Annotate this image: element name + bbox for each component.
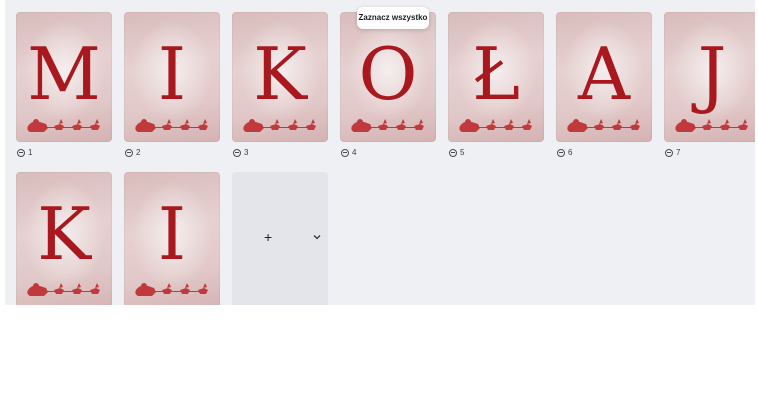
sleigh-reindeer-icon	[27, 119, 100, 132]
sleigh-reindeer-icon	[27, 283, 100, 296]
select-all-tooltip: Zaznacz wszystko	[357, 7, 429, 29]
page-status-icon	[233, 149, 241, 157]
page-status-icon	[17, 149, 25, 157]
page-thumbnail-1[interactable]: M	[16, 12, 112, 142]
page-thumbnail-4[interactable]: O	[340, 12, 436, 142]
pages-grid: M I K O Ł A J 1 2 3 4 5 6 7 K I +	[5, 0, 755, 305]
sleigh-reindeer-icon	[243, 119, 316, 132]
page-letter: M	[27, 32, 101, 116]
page-thumbnail-9[interactable]: I	[124, 172, 220, 305]
page-letter: K	[253, 32, 307, 116]
sleigh-reindeer-icon	[567, 119, 640, 132]
page-letter: Ł	[471, 32, 521, 116]
sleigh-reindeer-icon	[351, 119, 424, 132]
sleigh-reindeer-icon	[459, 119, 532, 132]
sleigh-reindeer-icon	[135, 119, 208, 132]
page-number-7: 7	[665, 148, 680, 158]
page-number-5: 5	[449, 148, 464, 158]
add-page-button[interactable]: +	[232, 172, 328, 305]
page-thumbnail-6[interactable]: A	[556, 12, 652, 142]
page-letter: I	[157, 192, 187, 276]
page-thumbnail-5[interactable]: Ł	[448, 12, 544, 142]
chevron-down-icon[interactable]	[312, 232, 322, 242]
page-number-1: 1	[17, 148, 32, 158]
page-thumbnail-2[interactable]: I	[124, 12, 220, 142]
page-letter: A	[578, 32, 630, 116]
page-status-icon	[125, 149, 133, 157]
page-status-icon	[557, 149, 565, 157]
page-number-3: 3	[233, 148, 248, 158]
page-number-4: 4	[341, 148, 356, 158]
sleigh-reindeer-icon	[675, 119, 748, 132]
page-letter: J	[697, 32, 727, 116]
page-status-icon	[341, 149, 349, 157]
page-status-icon	[449, 149, 457, 157]
add-icon[interactable]: +	[264, 230, 272, 244]
page-thumbnail-7[interactable]: J	[664, 12, 755, 142]
page-thumbnail-3[interactable]: K	[232, 12, 328, 142]
page-letter: O	[358, 32, 418, 116]
page-thumbnail-8[interactable]: K	[16, 172, 112, 305]
page-letter: K	[37, 192, 91, 276]
page-status-icon	[665, 149, 673, 157]
page-letter: I	[157, 32, 187, 116]
page-number-2: 2	[125, 148, 140, 158]
sleigh-reindeer-icon	[135, 283, 208, 296]
page-number-6: 6	[557, 148, 572, 158]
